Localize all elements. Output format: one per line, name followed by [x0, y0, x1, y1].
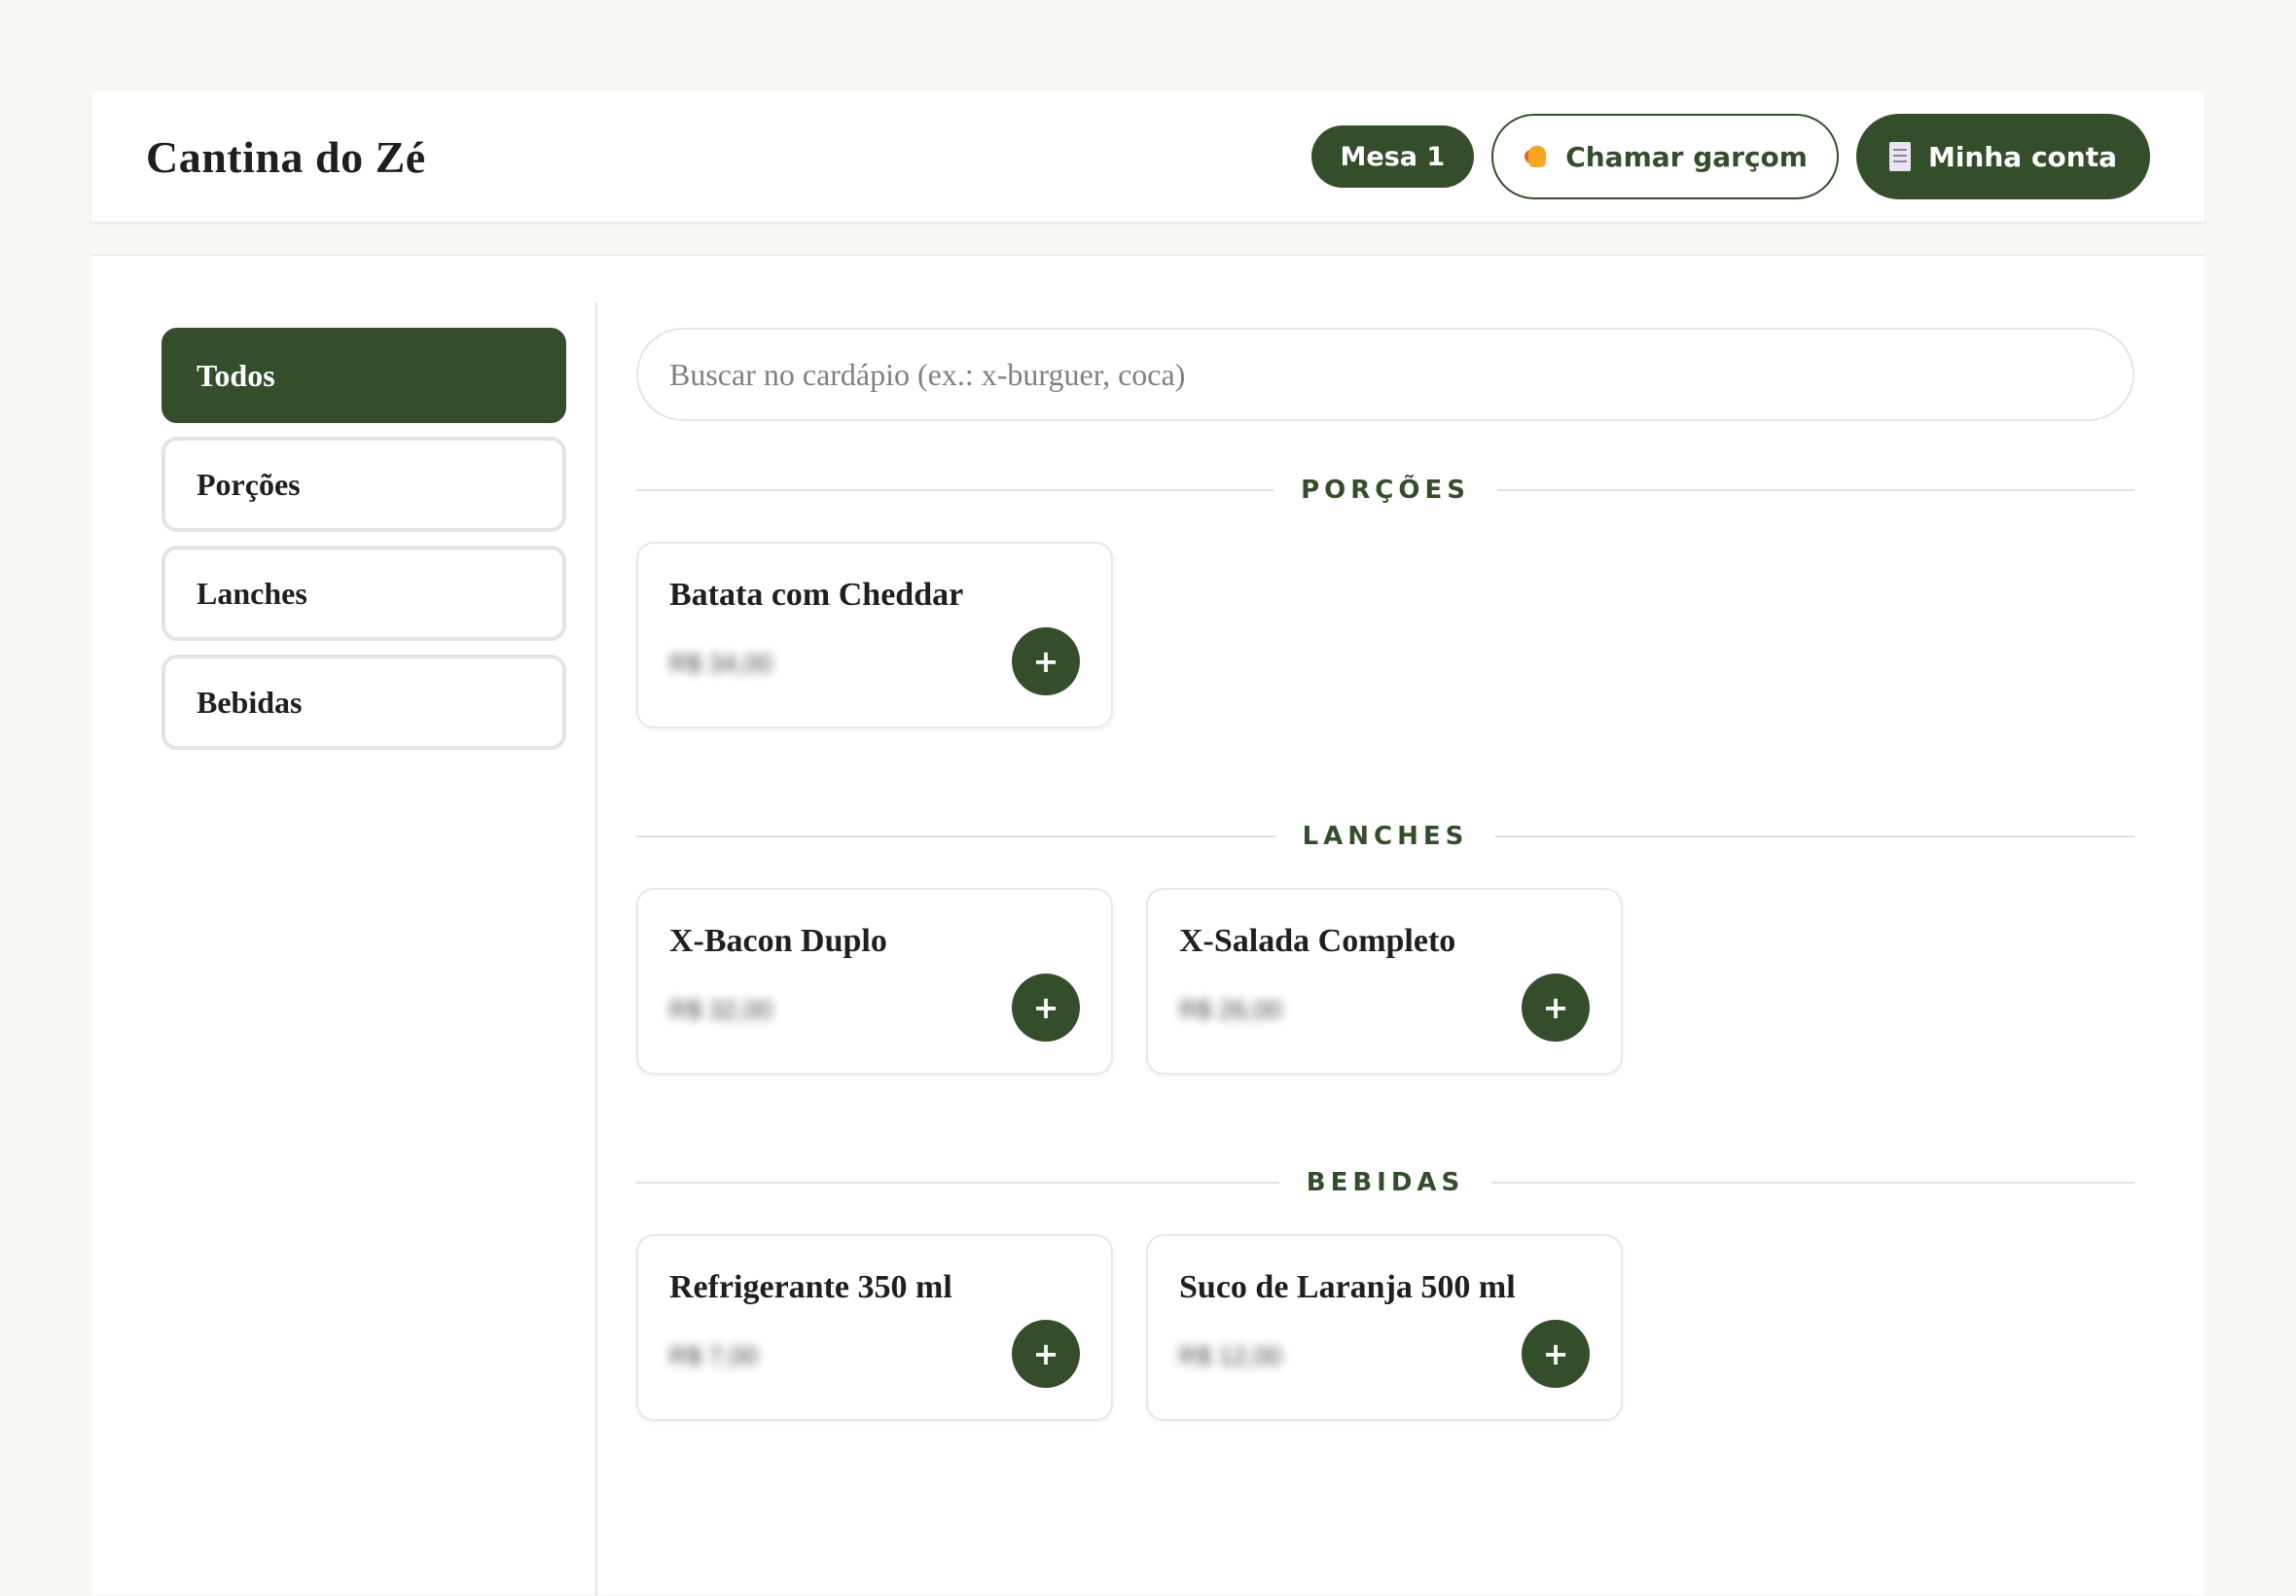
add-to-cart-button[interactable]: + — [1012, 1320, 1080, 1388]
category-lanches[interactable]: Lanches — [161, 546, 566, 641]
my-bill-button[interactable]: Minha conta — [1855, 114, 2150, 199]
product-card: Batata com Cheddar R$ 34,00 + — [636, 542, 1113, 728]
add-to-cart-button[interactable]: + — [1522, 1320, 1590, 1388]
product-name: X-Bacon Duplo — [669, 923, 887, 959]
product-card: X-Bacon Duplo R$ 32,00 + — [636, 888, 1113, 1075]
product-list: Refrigerante 350 ml R$ 7,00 + Suco de La… — [636, 1234, 2135, 1421]
product-list: Batata com Cheddar R$ 34,00 + — [636, 542, 2135, 728]
menu-panel: Todos Porções Lanches Bebidas PORÇÕES Ba… — [91, 255, 2205, 1596]
call-waiter-button[interactable]: Chamar garçom — [1491, 114, 1839, 199]
product-price: R$ 34,00 — [669, 649, 772, 678]
restaurant-name: Cantina do Zé — [146, 131, 426, 182]
product-card: Suco de Laranja 500 ml R$ 12,00 + — [1146, 1234, 1623, 1421]
product-price: R$ 26,00 — [1179, 995, 1282, 1024]
section-bebidas: BEBIDAS Refrigerante 350 ml R$ 7,00 + Su… — [636, 1168, 2135, 1421]
category-todos[interactable]: Todos — [161, 328, 566, 423]
product-price: R$ 32,00 — [669, 995, 772, 1024]
section-title: LANCHES — [636, 822, 2135, 851]
call-waiter-label: Chamar garçom — [1565, 140, 1808, 173]
search-input[interactable] — [636, 328, 2135, 421]
product-price: R$ 7,00 — [669, 1341, 759, 1370]
product-list: X-Bacon Duplo R$ 32,00 + X-Salada Comple… — [636, 888, 2135, 1075]
product-name: Suco de Laranja 500 ml — [1179, 1269, 1516, 1305]
category-porcoes[interactable]: Porções — [161, 437, 566, 532]
product-price: R$ 12,00 — [1179, 1341, 1282, 1370]
receipt-icon — [1888, 142, 1911, 171]
section-title-text: PORÇÕES — [1301, 476, 1470, 505]
section-porcoes: PORÇÕES Batata com Cheddar R$ 34,00 + — [636, 476, 2135, 728]
product-name: Batata com Cheddar — [669, 577, 964, 613]
section-title: PORÇÕES — [636, 476, 2135, 505]
product-card: Refrigerante 350 ml R$ 7,00 + — [636, 1234, 1113, 1421]
table-badge: Mesa 1 — [1310, 125, 1475, 188]
category-sidebar: Todos Porções Lanches Bebidas — [161, 328, 566, 750]
section-lanches: LANCHES X-Bacon Duplo R$ 32,00 + X-Salad… — [636, 822, 2135, 1075]
add-to-cart-button[interactable]: + — [1012, 627, 1080, 695]
section-title-text: BEBIDAS — [1306, 1168, 1465, 1197]
category-bebidas[interactable]: Bebidas — [161, 655, 566, 750]
menu-content: PORÇÕES Batata com Cheddar R$ 34,00 + LA… — [636, 328, 2135, 1421]
product-card: X-Salada Completo R$ 26,00 + — [1146, 888, 1623, 1075]
add-to-cart-button[interactable]: + — [1522, 974, 1590, 1042]
section-title-text: LANCHES — [1302, 822, 1469, 851]
product-name: X-Salada Completo — [1179, 923, 1456, 959]
top-bar: Cantina do Zé Mesa 1 Chamar garçom Minha… — [91, 91, 2205, 222]
my-bill-label: Minha conta — [1927, 140, 2117, 173]
sidebar-divider — [595, 302, 597, 1596]
header-actions: Mesa 1 Chamar garçom Minha conta — [1310, 114, 2150, 199]
section-title: BEBIDAS — [636, 1168, 2135, 1197]
product-name: Refrigerante 350 ml — [669, 1269, 952, 1305]
waving-hand-icon — [1523, 142, 1552, 171]
add-to-cart-button[interactable]: + — [1012, 974, 1080, 1042]
